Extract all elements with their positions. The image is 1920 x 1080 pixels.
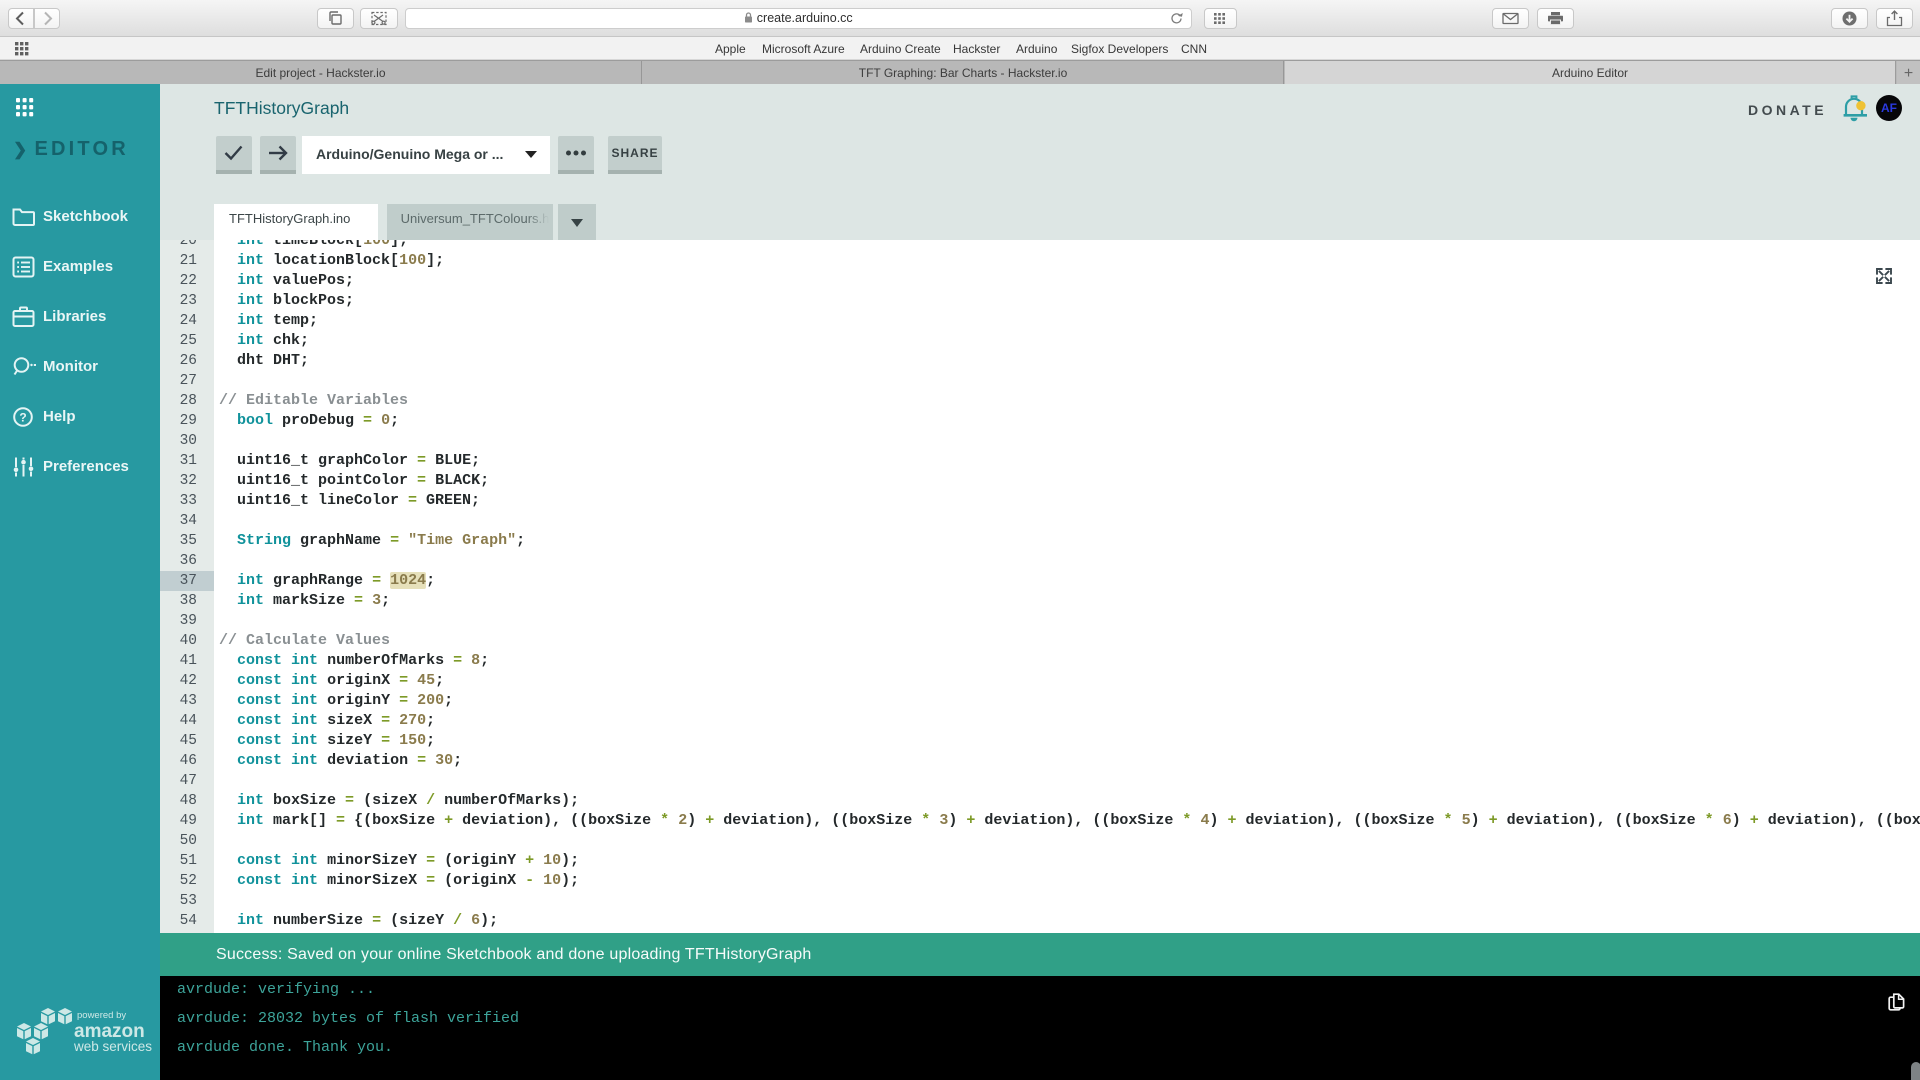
svg-text:powered by: powered by xyxy=(77,1010,126,1021)
svg-text:?: ? xyxy=(19,410,26,424)
svg-text:web services: web services xyxy=(73,1039,152,1054)
